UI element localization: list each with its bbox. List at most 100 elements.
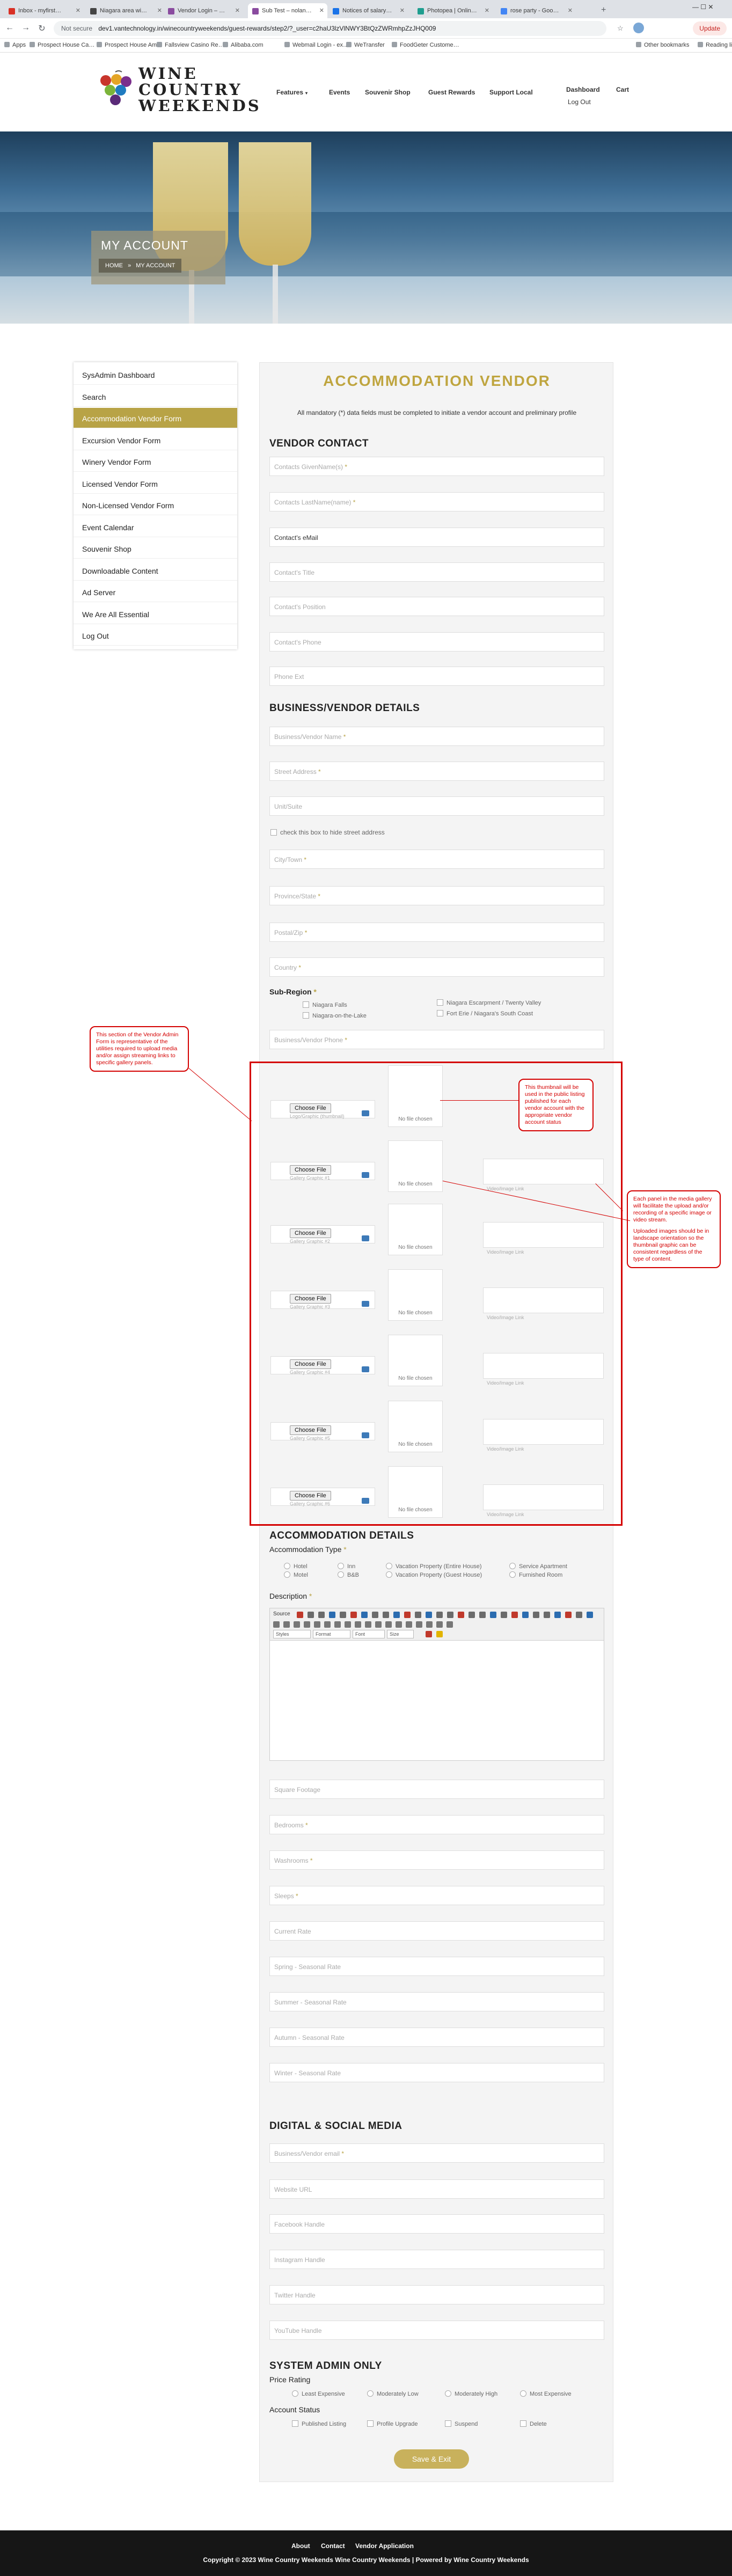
account-status-checkbox[interactable]: Delete	[520, 2420, 547, 2427]
account-status-checkbox[interactable]: Suspend	[445, 2420, 478, 2427]
editor-tool-icon[interactable]	[544, 1612, 550, 1618]
editor-tool-icon[interactable]	[533, 1612, 539, 1618]
accommodation-type-radio[interactable]: Vacation Property (Entire House)	[386, 1563, 482, 1570]
editor-format-icon[interactable]	[273, 1621, 280, 1628]
video-link-input[interactable]: Video/Image Link	[483, 1159, 604, 1191]
grapes-logo-icon[interactable]	[94, 69, 137, 112]
text-input[interactable]: Unit/Suite	[269, 796, 604, 816]
editor-format-icon[interactable]	[406, 1621, 412, 1628]
editor-style-select[interactable]: Format	[313, 1630, 350, 1638]
browser-tab[interactable]: Vendor Login – … ✕	[164, 3, 243, 18]
camera-icon[interactable]	[362, 1301, 369, 1307]
text-input[interactable]: Contact's Phone	[269, 632, 604, 652]
text-input[interactable]: Business/Vendor Name *	[269, 727, 604, 746]
text-input[interactable]: Spring - Seasonal Rate	[269, 1957, 604, 1976]
editor-tool-icon[interactable]	[587, 1612, 593, 1618]
editor-tool-icon[interactable]	[415, 1612, 421, 1618]
text-input[interactable]: Autumn - Seasonal Rate	[269, 2028, 604, 2047]
editor-format-icon[interactable]	[416, 1621, 422, 1628]
text-input[interactable]: Twitter Handle	[269, 2285, 604, 2304]
editor-format-icon[interactable]	[375, 1621, 382, 1628]
text-input[interactable]: Business/Vendor email *	[269, 2143, 604, 2163]
browser-tab[interactable]: Inbox - myfirst… ✕	[4, 3, 84, 18]
account-status-checkbox[interactable]: Published Listing	[292, 2420, 346, 2427]
browser-tab[interactable]: rose party - Goo… ✕	[496, 3, 576, 18]
subregion-checkbox[interactable]: Niagara-on-the-Lake	[303, 1012, 367, 1019]
camera-icon[interactable]	[362, 1110, 369, 1116]
editor-tool-icon[interactable]	[436, 1612, 443, 1618]
editor-tool-icon[interactable]	[383, 1612, 389, 1618]
text-input[interactable]: Summer - Seasonal Rate	[269, 1992, 604, 2011]
accommodation-type-radio[interactable]: Furnished Room	[509, 1571, 562, 1578]
sidebar-item[interactable]: SysAdmin Dashboard	[74, 364, 237, 385]
editor-format-icon[interactable]	[283, 1621, 290, 1628]
camera-icon[interactable]	[362, 1366, 369, 1372]
editor-tool-icon[interactable]	[511, 1612, 518, 1618]
save-exit-button[interactable]: Save & Exit	[394, 2449, 469, 2469]
breadcrumb-home[interactable]: HOME	[105, 262, 123, 269]
editor-format-icon[interactable]	[396, 1621, 402, 1628]
sidebar-item[interactable]: Winery Vendor Form	[74, 451, 237, 472]
editor-format-icon[interactable]	[304, 1621, 310, 1628]
hide-street-checkbox[interactable]: check this box to hide street address	[270, 829, 385, 836]
editor-tool-icon[interactable]	[469, 1612, 475, 1618]
text-input[interactable]: Contacts LastName(name) *	[269, 492, 604, 511]
editor-tool-icon[interactable]	[350, 1612, 357, 1618]
video-link-input[interactable]: Video/Image Link	[483, 1287, 604, 1320]
sidebar-item[interactable]: Event Calendar	[74, 517, 237, 537]
editor-tool-icon[interactable]	[565, 1612, 572, 1618]
editor-tool-icon[interactable]	[308, 1612, 314, 1618]
nav-item-4[interactable]: Support Local	[489, 89, 533, 96]
price-rating-radio[interactable]: Least Expensive	[292, 2390, 345, 2397]
video-link-input[interactable]: Video/Image Link	[483, 1484, 604, 1517]
rich-text-editor[interactable]: Source Styles Format Font Size	[269, 1608, 604, 1761]
accommodation-type-radio[interactable]: Motel	[284, 1571, 308, 1578]
bookmark-item[interactable]: Prospect House Am…	[97, 42, 163, 48]
editor-format-icon[interactable]	[365, 1621, 371, 1628]
nav-item-1[interactable]: Events	[329, 89, 350, 96]
bookmark-item[interactable]: Alibaba.com	[223, 42, 263, 48]
star-icon[interactable]: ☆	[617, 24, 624, 33]
accommodation-type-radio[interactable]: Vacation Property (Guest House)	[386, 1571, 482, 1578]
editor-format-icon[interactable]	[436, 1621, 443, 1628]
video-link-input[interactable]: Video/Image Link	[483, 1419, 604, 1452]
accommodation-type-radio[interactable]: Hotel	[284, 1563, 308, 1570]
profile-avatar[interactable]	[633, 23, 644, 33]
bookmark-item[interactable]: FoodGeter Custome…	[392, 42, 459, 48]
close-tab-icon[interactable]: ✕	[157, 7, 162, 14]
site-logo-text[interactable]: WINE COUNTRY WEEKENDS	[138, 65, 261, 114]
footer-link[interactable]: About	[291, 2542, 310, 2550]
text-color-icon[interactable]	[426, 1631, 432, 1637]
text-input[interactable]: Contacts GivenName(s) *	[269, 457, 604, 476]
account-status-checkbox[interactable]: Profile Upgrade	[367, 2420, 418, 2427]
close-tab-icon[interactable]: ✕	[568, 7, 573, 14]
file-upload-field[interactable]: Choose File Gallery Graphic #1	[270, 1162, 375, 1181]
bookmark-item[interactable]: Fallsview Casino Re…	[157, 42, 224, 48]
text-input[interactable]: Contact's Title	[269, 562, 604, 582]
text-input[interactable]: Washrooms *	[269, 1850, 604, 1870]
editor-tool-icon[interactable]	[393, 1612, 400, 1618]
file-upload-field[interactable]: Choose File Gallery Graphic #2	[270, 1225, 375, 1244]
subregion-checkbox[interactable]: Fort Erie / Niagara's South Coast	[437, 1010, 533, 1017]
new-tab-icon[interactable]: +	[601, 5, 606, 15]
window-controls[interactable]: — ☐ ✕	[692, 3, 713, 11]
camera-icon[interactable]	[362, 1432, 369, 1438]
accommodation-type-radio[interactable]: Inn	[338, 1563, 355, 1570]
camera-icon[interactable]	[362, 1172, 369, 1178]
text-input[interactable]: Bedrooms *	[269, 1815, 604, 1834]
choose-file-button[interactable]: Choose File	[290, 1425, 331, 1435]
bookmark-item[interactable]: Reading list	[698, 42, 732, 48]
bookmark-item[interactable]: Webmail Login - ex…	[284, 42, 349, 48]
browser-tab[interactable]: Niagara area wi… ✕	[86, 3, 165, 18]
footer-link[interactable]: Contact	[321, 2542, 345, 2550]
sidebar-item[interactable]: Accommodation Vendor Form	[74, 408, 237, 428]
accommodation-type-radio[interactable]: B&B	[338, 1571, 359, 1578]
choose-file-button[interactable]: Choose File	[290, 1294, 331, 1304]
text-input[interactable]: Instagram Handle	[269, 2250, 604, 2269]
browser-tab[interactable]: Photopea | Onlin… ✕	[413, 3, 493, 18]
text-input[interactable]: Country *	[269, 957, 604, 977]
editor-tool-icon[interactable]	[501, 1612, 507, 1618]
url-field[interactable]: Not secure dev1.vantechnology.in/winecou…	[54, 21, 606, 36]
reload-icon[interactable]: ↻	[36, 23, 47, 34]
choose-file-button[interactable]: Choose File	[290, 1103, 331, 1113]
